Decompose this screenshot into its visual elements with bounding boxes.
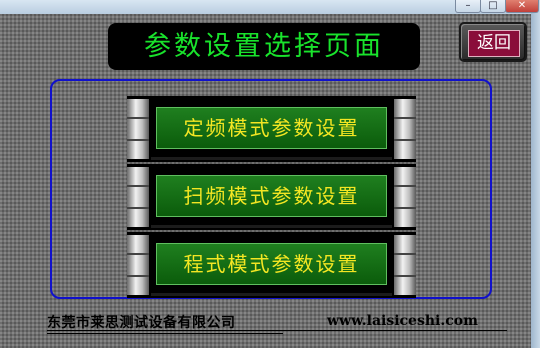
button-label: 程式模式参数设置 xyxy=(156,243,387,285)
website-url: www.laisiceshi.com xyxy=(327,313,478,329)
fixed-frequency-settings-button[interactable]: 定频模式参数设置 xyxy=(127,96,416,162)
minimize-button[interactable]: – xyxy=(455,0,481,13)
back-button-label: 返回 xyxy=(468,30,520,57)
back-button[interactable]: 返回 xyxy=(459,22,527,62)
button-left-cap xyxy=(127,235,149,295)
close-button[interactable]: ✕ xyxy=(505,0,539,13)
button-label: 扫频模式参数设置 xyxy=(156,175,387,217)
button-face: 定频模式参数设置 xyxy=(151,98,392,160)
maximize-button[interactable]: □ xyxy=(480,0,506,13)
page-title: 参数设置选择页面 xyxy=(108,23,420,70)
button-left-cap xyxy=(127,167,149,227)
program-mode-settings-button[interactable]: 程式模式参数设置 xyxy=(127,232,416,298)
button-right-cap xyxy=(394,167,416,227)
button-face: 扫频模式参数设置 xyxy=(151,166,392,228)
button-label: 定频模式参数设置 xyxy=(156,107,387,149)
window-right-border xyxy=(531,0,540,348)
button-right-cap xyxy=(394,99,416,159)
footer-divider xyxy=(47,330,507,331)
button-left-cap xyxy=(127,99,149,159)
button-face: 程式模式参数设置 xyxy=(151,234,392,296)
button-right-cap xyxy=(394,235,416,295)
sweep-frequency-settings-button[interactable]: 扫频模式参数设置 xyxy=(127,164,416,230)
